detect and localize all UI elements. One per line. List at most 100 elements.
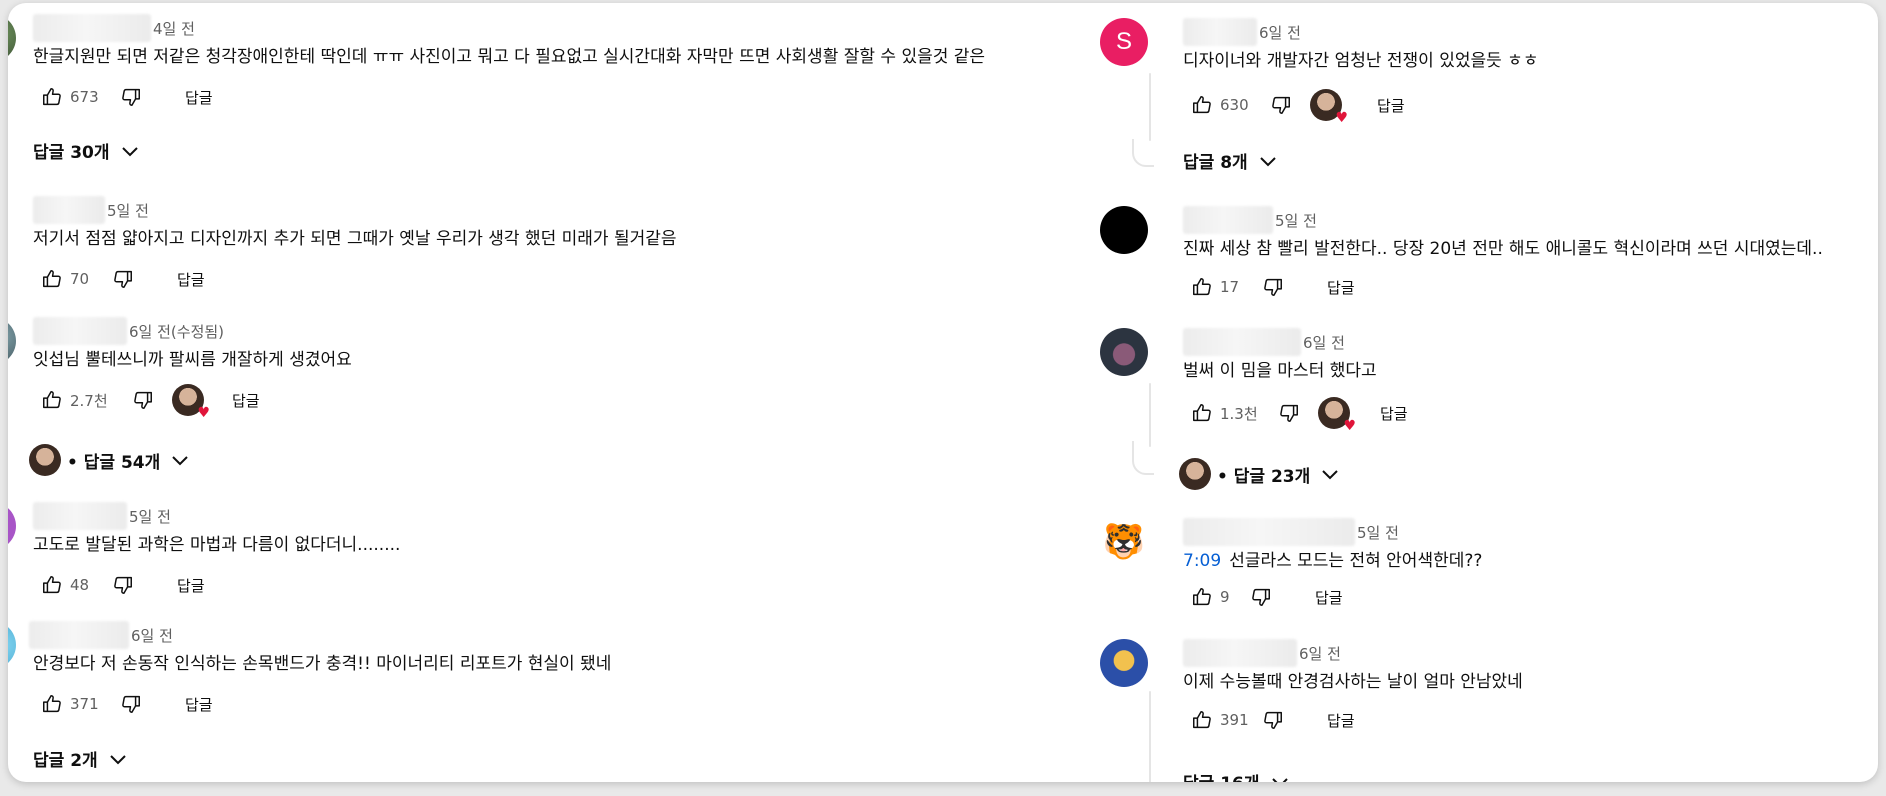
like-icon[interactable] <box>1188 273 1216 301</box>
comment-time: 6일 전(수정됨) <box>129 322 225 341</box>
like-icon[interactable] <box>38 386 66 414</box>
replies-count-label: • 답글 23개 <box>1217 466 1311 487</box>
username-redacted[interactable] <box>33 14 151 42</box>
tiger-avatar-icon[interactable]: 🐯 <box>1100 518 1148 566</box>
username-redacted[interactable] <box>33 502 127 530</box>
chevron-down-icon <box>109 754 126 764</box>
dislike-icon[interactable] <box>1247 583 1275 611</box>
avatar[interactable] <box>8 317 16 365</box>
avatar[interactable] <box>1100 639 1148 687</box>
replies-toggle[interactable]: • 답글 54개 <box>29 444 192 476</box>
like-icon[interactable] <box>1188 583 1216 611</box>
comment-time: 5일 전 <box>107 201 149 220</box>
heart-icon: ♥ <box>1335 110 1348 126</box>
replies-count-label: 답글 8개 <box>1183 153 1248 173</box>
like-count: 371 <box>70 695 99 713</box>
replies-count-label: 답글 2개 <box>33 751 98 771</box>
comment-time: 4일 전 <box>153 19 195 38</box>
reply-button[interactable]: 답글 <box>1327 277 1355 298</box>
like-count: 48 <box>70 576 90 594</box>
like-icon[interactable] <box>38 83 66 111</box>
replies-toggle[interactable]: 답글 16개 <box>1183 769 1292 782</box>
like-count: 1.3천 <box>1220 404 1258 423</box>
dislike-icon[interactable] <box>109 571 137 599</box>
replies-count-label: 답글 16개 <box>1183 769 1260 782</box>
reply-button[interactable]: 답글 <box>177 269 205 290</box>
comment-text: 7:09 선글라스 모드는 전혀 안어색한데?? <box>1183 549 1878 573</box>
creator-heart-badge: ♥ <box>172 384 210 420</box>
comment-text: 이제 수능볼때 안경검사하는 날이 얼마 안남았네 <box>1183 672 1523 692</box>
dislike-icon[interactable] <box>117 690 145 718</box>
username-redacted[interactable] <box>1183 639 1297 667</box>
reply-button[interactable]: 답글 <box>185 694 213 715</box>
chevron-down-icon <box>121 146 138 156</box>
heart-icon: ♥ <box>197 405 210 421</box>
comment-text: 저기서 점점 얇아지고 디자인까지 추가 되면 그때가 옛날 우리가 생각 했던… <box>33 229 677 249</box>
dislike-icon[interactable] <box>1275 399 1303 427</box>
reply-button[interactable]: 답글 <box>1377 95 1405 116</box>
like-icon[interactable] <box>1188 399 1216 427</box>
reply-button[interactable]: 답글 <box>1315 587 1343 608</box>
like-icon[interactable] <box>38 265 66 293</box>
dislike-icon[interactable] <box>129 386 157 414</box>
timestamp-link[interactable]: 7:09 <box>1183 551 1221 571</box>
replies-count-label: • 답글 54개 <box>67 452 161 473</box>
reply-button[interactable]: 답글 <box>185 87 213 108</box>
replies-toggle[interactable]: 답글 8개 <box>1183 148 1280 173</box>
replies-toggle[interactable]: 답글 2개 <box>33 746 130 771</box>
comment-text-body: 선글라스 모드는 전혀 안어색한데?? <box>1229 551 1483 571</box>
comments-panel: 4일 전 한글지원만 되면 저같은 청각장애인한테 딱인데 ㅠㅠ 사진이고 뭐고… <box>8 3 1878 782</box>
comment-text: 고도로 발달된 과학은 마법과 다름이 없다더니........ <box>33 535 401 555</box>
comment-time: 6일 전 <box>131 626 173 645</box>
replies-toggle[interactable]: • 답글 23개 <box>1179 458 1342 490</box>
like-count: 630 <box>1220 96 1249 114</box>
avatar[interactable] <box>1100 206 1148 254</box>
chevron-down-icon <box>172 456 188 466</box>
avatar[interactable]: S <box>1100 18 1148 66</box>
like-count: 17 <box>1220 278 1240 296</box>
reply-button[interactable]: 답글 <box>1327 710 1355 731</box>
like-count: 2.7천 <box>70 391 108 410</box>
like-icon[interactable] <box>1188 706 1216 734</box>
heart-icon: ♥ <box>1343 418 1356 434</box>
username-redacted[interactable] <box>29 621 129 649</box>
like-count: 391 <box>1220 711 1249 729</box>
comment-time: 6일 전 <box>1259 23 1301 42</box>
dislike-icon[interactable] <box>1259 273 1287 301</box>
reply-button[interactable]: 답글 <box>177 575 205 596</box>
username-redacted[interactable] <box>33 317 127 345</box>
username-redacted[interactable] <box>1183 206 1273 234</box>
like-count: 70 <box>70 270 90 288</box>
dislike-icon[interactable] <box>109 265 137 293</box>
comment-time: 6일 전 <box>1299 644 1341 663</box>
comment-text: 진짜 세상 참 빨리 발전한다.. 당장 20년 전만 해도 애니콜도 혁신이라… <box>1183 239 1823 259</box>
dislike-icon[interactable] <box>1267 91 1295 119</box>
like-icon[interactable] <box>1188 91 1216 119</box>
right-comment-column: S 6일 전 디자이너와 개발자간 엄청난 전쟁이 있었을듯 ㅎㅎ 630 ♥ … <box>1100 3 1878 782</box>
username-redacted[interactable] <box>1183 18 1257 46</box>
comment-time: 5일 전 <box>1357 523 1399 542</box>
username-redacted[interactable] <box>1183 328 1301 356</box>
comment-time: 5일 전 <box>129 507 171 526</box>
like-icon[interactable] <box>38 690 66 718</box>
left-comment-column: 4일 전 한글지원만 되면 저같은 청각장애인한테 딱인데 ㅠㅠ 사진이고 뭐고… <box>8 3 1008 782</box>
dislike-icon[interactable] <box>117 83 145 111</box>
username-redacted[interactable] <box>1183 518 1355 546</box>
comment-text: 안경보다 저 손동작 인식하는 손목밴드가 충격!! 마이너리티 리포트가 현실… <box>33 654 612 674</box>
comment-text: 디자이너와 개발자간 엄청난 전쟁이 있었을듯 ㅎㅎ <box>1183 51 1539 71</box>
replies-toggle[interactable]: 답글 30개 <box>33 138 142 163</box>
chevron-down-icon <box>1259 156 1276 166</box>
avatar[interactable] <box>8 502 16 550</box>
creator-heart-badge: ♥ <box>1310 89 1348 125</box>
dislike-icon[interactable] <box>1259 706 1287 734</box>
username-redacted[interactable] <box>33 196 105 224</box>
like-icon[interactable] <box>38 571 66 599</box>
avatar[interactable] <box>8 14 16 62</box>
chevron-down-icon <box>1322 470 1338 480</box>
comment-text: 벌써 이 밈을 마스터 했다고 <box>1183 361 1377 381</box>
reply-button[interactable]: 답글 <box>232 390 260 411</box>
avatar[interactable] <box>8 621 16 669</box>
reply-button[interactable]: 답글 <box>1380 403 1408 424</box>
avatar[interactable] <box>1100 328 1148 376</box>
avatar-letter: S <box>1115 28 1132 55</box>
